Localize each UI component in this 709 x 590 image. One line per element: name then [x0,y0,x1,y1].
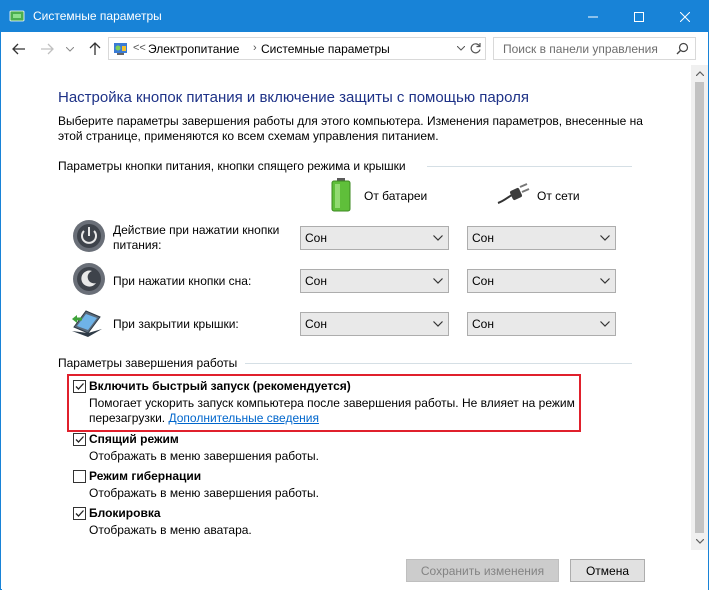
recent-locations-button[interactable] [63,39,77,59]
hibernate-label[interactable]: Режим гибернации [89,469,201,483]
group-divider [245,363,632,364]
shutdown-group-title: Параметры завершения работы [58,356,238,370]
battery-column-header: От батареи [364,189,428,203]
close-icon [680,11,690,22]
more-info-link[interactable]: Дополнительные сведения [168,411,318,425]
breadcrumb-power-options[interactable]: Электропитание [148,42,239,56]
sleep-description: Отображать в меню завершения работы. [89,449,320,463]
search-input[interactable] [494,38,669,59]
select-value: Сон [472,231,494,245]
chevron-down-icon [66,46,74,52]
main-content: Настройка кнопок питания и включение защ… [2,65,691,550]
sleep-button-ac-select[interactable]: Сон [467,269,616,293]
checkmark-icon [75,510,84,517]
arrow-up-icon [89,42,101,55]
address-dropdown-icon[interactable] [457,46,465,51]
sleep-button-label: При нажатии кнопки сна: [113,274,252,288]
select-value: Сон [472,317,494,331]
chevron-down-icon [433,321,443,327]
address-bar[interactable]: << Электропитание › Системные параметры [108,37,486,60]
sleep-button-battery-select[interactable]: Сон [300,269,449,293]
maximize-button[interactable] [616,1,662,32]
save-changes-button[interactable]: Сохранить изменения [406,559,559,582]
power-button-action-label: Действие при нажатии кнопки питания: [113,223,280,252]
fast-startup-description: Помогает ускорить запуск компьютера посл… [89,396,579,426]
sleep-checkbox[interactable] [73,433,86,446]
ac-plug-icon [497,183,530,204]
navigation-bar: << Электропитание › Системные параметры [1,32,708,65]
lid-close-battery-select[interactable]: Сон [300,312,449,336]
lock-description: Отображать в меню аватара. [89,523,252,537]
back-button[interactable] [9,39,29,59]
select-value: Сон [472,274,494,288]
refresh-button[interactable] [466,39,484,57]
minimize-icon [588,16,598,17]
page-description: Выберите параметры завершения работы для… [58,114,643,143]
lock-label[interactable]: Блокировка [89,506,161,520]
ac-column-header: От сети [537,189,580,203]
scroll-up-button[interactable] [691,65,708,82]
forward-button[interactable] [37,39,57,59]
chevron-down-icon [600,321,610,327]
select-value: Сон [305,274,327,288]
minimize-button[interactable] [570,1,616,32]
close-button[interactable] [662,1,708,32]
hibernate-checkbox[interactable] [73,470,86,483]
power-options-icon [9,10,25,22]
page-heading: Настройка кнопок питания и включение защ… [58,89,529,106]
fast-startup-checkbox[interactable] [73,380,86,393]
chevron-down-icon [433,278,443,284]
chevron-down-icon [600,278,610,284]
scrollbar-thumb[interactable] [695,82,704,533]
power-button-icon [73,220,105,252]
scroll-down-button[interactable] [691,533,708,550]
select-value: Сон [305,317,327,331]
up-button[interactable] [85,39,105,59]
overflow-indicator[interactable]: << [133,42,146,54]
fast-startup-label[interactable]: Включить быстрый запуск (рекомендуется) [89,379,351,393]
lock-checkbox[interactable] [73,507,86,520]
power-button-battery-select[interactable]: Сон [300,226,449,250]
control-panel-icon [114,43,127,55]
refresh-icon [470,42,481,53]
battery-icon [331,178,351,212]
arrow-left-icon [12,43,25,55]
search-box[interactable] [493,37,696,60]
hibernate-description: Отображать в меню завершения работы. [89,486,320,500]
fast-startup-description-text: Помогает ускорить запуск компьютера посл… [89,396,575,425]
select-value: Сон [305,231,327,245]
sleep-button-icon [73,263,105,295]
chevron-up-icon [695,71,704,76]
lid-close-ac-select[interactable]: Сон [467,312,616,336]
sleep-label[interactable]: Спящий режим [89,432,179,446]
lid-close-label: При закрытии крышки: [113,317,239,331]
power-buttons-group-title: Параметры кнопки питания, кнопки спящего… [58,159,406,173]
power-button-ac-select[interactable]: Сон [467,226,616,250]
cancel-button[interactable]: Отмена [570,559,645,582]
laptop-lid-icon [72,310,102,337]
arrow-right-icon [41,43,54,55]
window-title: Системные параметры [33,9,162,23]
title-bar: Системные параметры [1,1,708,32]
chevron-down-icon [433,235,443,241]
chevron-down-icon [695,539,704,544]
vertical-scrollbar[interactable] [691,65,708,550]
breadcrumb-separator-icon: › [253,42,257,54]
checkmark-icon [75,436,84,443]
chevron-down-icon [600,235,610,241]
search-icon [676,42,689,55]
group-divider [427,166,632,167]
checkmark-icon [75,383,84,390]
maximize-icon [634,11,644,22]
footer-bar: Сохранить изменения Отмена [2,550,708,590]
control-panel-window: Системные параметры << Электропитание › … [0,0,709,590]
breadcrumb-system-settings[interactable]: Системные параметры [261,42,390,56]
